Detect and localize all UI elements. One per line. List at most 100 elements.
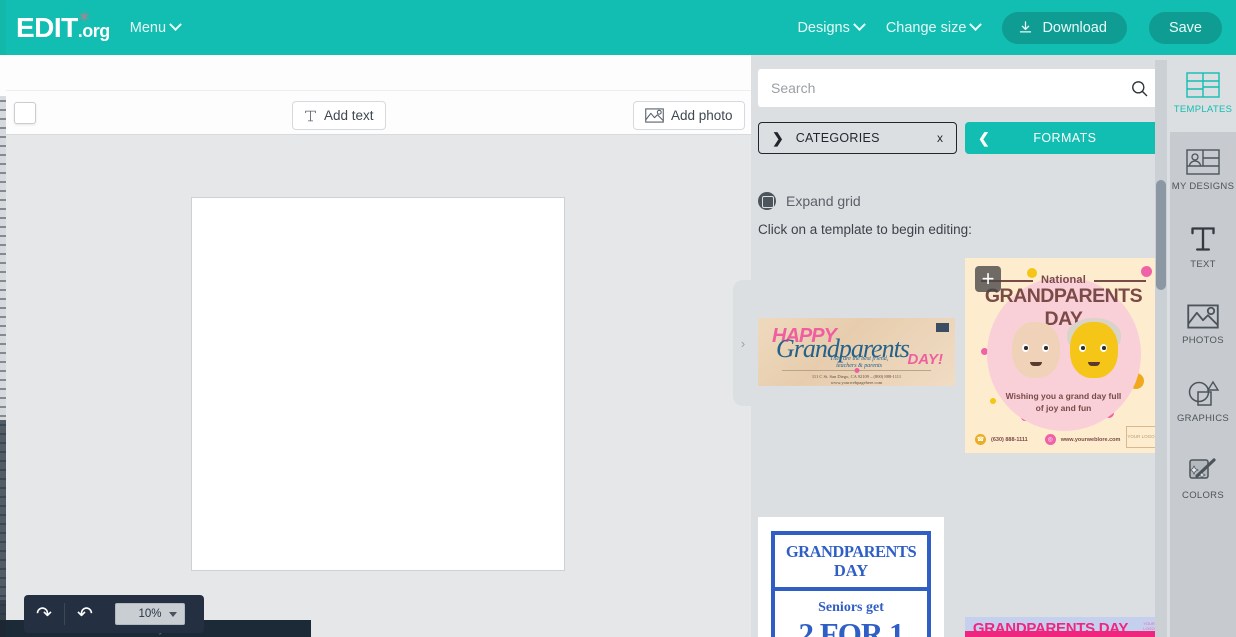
template-2-message-line1: Wishing you a grand day full — [1005, 391, 1122, 401]
rail-item-colors[interactable]: COLORS — [1170, 440, 1236, 517]
template-1-day: DAY! — [907, 351, 943, 368]
template-1-subtitle-line2: teachers & parents — [836, 363, 883, 369]
download-label: Download — [1042, 19, 1107, 36]
magic-wand-icon — [1189, 457, 1216, 479]
chevron-right-icon: ❯ — [772, 129, 784, 146]
template-card[interactable]: GRANDPARENTS DAY Seniors get 2 FOR 1 on … — [758, 517, 944, 637]
rail-label-my-designs: MY DESIGNS — [1171, 181, 1235, 192]
template-card[interactable]: HAPPY Grandparents DAY! They are the bes… — [758, 318, 955, 386]
zoom-level-value: 10% — [138, 608, 162, 620]
menu-button[interactable]: Menu — [129, 18, 182, 36]
editor-upper-strip — [6, 55, 751, 91]
rail-item-text[interactable]: TEXT — [1170, 209, 1236, 286]
portrait-grid-icon — [1186, 149, 1220, 175]
globe-icon: ◎ — [1044, 434, 1056, 445]
template-1-subtitle-line1: They are the best friend, — [830, 356, 889, 362]
editor-app: EDIT .org ✶ Menu Designs Change size Down… — [0, 0, 1236, 637]
add-text-button[interactable]: Add text — [292, 101, 386, 130]
logo-edit-text: EDIT — [16, 11, 78, 43]
template-4-title: GRANDPARENTS DAY — [972, 620, 1129, 637]
chevron-down-icon — [169, 18, 182, 32]
rail-item-photos[interactable]: PHOTOS — [1170, 286, 1236, 363]
add-template-badge[interactable]: + — [975, 266, 1001, 292]
eye-icon — [1022, 344, 1029, 352]
expand-grid-icon — [758, 192, 776, 210]
tool-rail: TEMPLATES MY DESIGNS TEXT PHOTOS GRAPHIC… — [1170, 55, 1236, 637]
rail-label-photos: PHOTOS — [1182, 334, 1224, 346]
redo-button[interactable]: ↷ — [24, 595, 64, 633]
template-card[interactable]: + National GRANDPARENTS DAY Wishing you … — [965, 258, 1162, 453]
grandma-face-illustration — [1070, 322, 1118, 378]
save-button[interactable]: Save — [1148, 11, 1222, 44]
text-t-icon — [305, 110, 316, 121]
mouth-icon — [1030, 362, 1042, 366]
eye-icon — [1079, 344, 1086, 352]
expand-grid-toggle[interactable]: Expand grid — [758, 192, 861, 210]
grandpa-face-illustration — [1012, 322, 1060, 378]
chevron-down-icon — [852, 18, 866, 32]
text-t-icon — [1191, 227, 1215, 251]
rail-label-graphics: GRAPHICS — [1176, 412, 1230, 424]
rail-item-graphics[interactable]: GRAPHICS — [1170, 363, 1236, 440]
categories-label: CATEGORIES — [795, 131, 880, 145]
template-2-logo-placeholder: YOUR LOGO — [1126, 426, 1156, 448]
categories-close-button[interactable]: x — [937, 131, 943, 145]
template-thumbnail: HAPPY Grandparents DAY! They are the bes… — [758, 318, 955, 386]
template-1-address: 111 C St. San Diego, CA 92109 – (800) 88… — [758, 374, 955, 386]
download-icon — [1020, 21, 1032, 33]
menu-label: Menu — [129, 19, 167, 36]
rail-item-my-designs[interactable]: MY DESIGNS — [1170, 132, 1236, 209]
panel-scrollbar-track[interactable] — [1155, 60, 1167, 637]
app-logo[interactable]: EDIT .org ✶ — [16, 8, 110, 44]
photo-mountain-icon — [1187, 304, 1219, 328]
panel-hint: Click on a template to begin editing: — [758, 222, 972, 237]
formats-button[interactable]: ❮ FORMATS — [965, 122, 1162, 154]
chevron-left-icon: ❮ — [978, 129, 990, 146]
add-photo-button[interactable]: Add photo — [633, 101, 745, 130]
eye-icon — [1100, 344, 1107, 352]
chevron-down-icon — [169, 612, 177, 617]
rail-label-templates: TEMPLATES — [1173, 104, 1233, 115]
canvas-area[interactable] — [6, 136, 751, 637]
download-button[interactable]: Download — [1002, 11, 1127, 44]
star-icon: ✶ — [78, 8, 91, 26]
designs-label: Designs — [797, 19, 850, 36]
object-color-swatch[interactable] — [14, 101, 36, 124]
template-3-head-line2: DAY — [833, 561, 869, 580]
divider — [782, 370, 931, 371]
add-photo-label: Add photo — [671, 108, 733, 123]
browser-edge-texture — [0, 100, 6, 620]
templates-panel: ❯ CATEGORIES x ❮ FORMATS Expand grid Cli… — [751, 55, 1170, 637]
template-2-message-line2: of joy and fun — [1035, 403, 1092, 413]
rail-label-colors: COLORS — [1182, 489, 1224, 501]
categories-button[interactable]: ❯ CATEGORIES x — [758, 122, 957, 154]
change-size-label: Change size — [885, 19, 967, 36]
mouth-icon — [1088, 362, 1100, 366]
template-grid[interactable]: HAPPY Grandparents DAY! They are the bes… — [751, 253, 1170, 637]
designs-menu[interactable]: Designs — [797, 18, 866, 36]
rail-label-text: TEXT — [1190, 259, 1216, 270]
expand-grid-label: Expand grid — [786, 193, 861, 209]
eye-icon — [1042, 344, 1049, 352]
template-3-seniors: Seniors get — [818, 600, 884, 615]
template-card[interactable]: GRANDPARENTS DAY YOUR LOGO CELEBRATION M… — [965, 617, 1162, 637]
search-input[interactable] — [758, 80, 1130, 96]
chevron-down-icon — [969, 18, 983, 32]
template-thumbnail: GRANDPARENTS DAY Seniors get 2 FOR 1 on … — [758, 517, 944, 637]
photo-mountain-icon — [645, 108, 664, 123]
undo-button[interactable]: ↶ — [65, 595, 105, 633]
panel-scrollbar-thumb[interactable] — [1156, 180, 1166, 290]
change-size-menu[interactable]: Change size — [885, 18, 983, 36]
search-bar[interactable] — [758, 69, 1162, 107]
panel-collapse-handle[interactable]: › — [733, 280, 753, 406]
zoom-level-select[interactable]: 10% — [115, 603, 185, 625]
template-3-head-line1: GRANDPARENTS — [785, 542, 917, 561]
phone-icon: ☎ — [975, 434, 986, 445]
template-3-deal: 2 FOR 1 — [798, 616, 905, 637]
grid-layout-icon — [1186, 72, 1220, 98]
rail-item-templates[interactable]: TEMPLATES — [1170, 55, 1236, 132]
brand-logo-mark — [936, 323, 949, 332]
canvas-page[interactable] — [191, 197, 565, 571]
top-bar: EDIT .org ✶ Menu Designs Change size Down… — [6, 0, 1236, 55]
shapes-icon — [1188, 380, 1219, 406]
